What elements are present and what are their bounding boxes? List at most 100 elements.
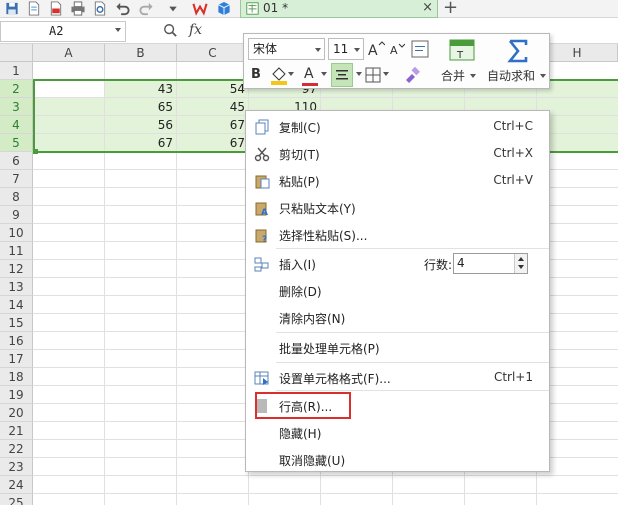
cube-icon[interactable] (216, 1, 232, 16)
menu-item-1[interactable]: 复制(C) Ctrl+C (246, 114, 549, 140)
svg-text:?: ? (262, 235, 267, 243)
menu-item-8[interactable]: 清除内容(N) (246, 305, 549, 331)
menu-item-9[interactable]: 批量处理单元格(P) (246, 335, 549, 361)
row-header-6[interactable]: 6 (0, 152, 33, 170)
fx-label[interactable]: fx (189, 22, 202, 38)
menu-item-12[interactable]: 隐藏(H) (246, 420, 549, 446)
rows-count-spinner[interactable] (514, 254, 527, 273)
menu-separator (276, 248, 549, 249)
fill-color-icon[interactable] (270, 65, 288, 85)
pdf-icon[interactable] (48, 1, 64, 16)
rows-count-label: 行数: (424, 258, 453, 272)
row-header-5[interactable]: 5 (0, 134, 33, 152)
print-preview-icon[interactable] (92, 1, 108, 16)
row-header-24[interactable]: 24 (0, 476, 33, 494)
menu-item-4[interactable]: A 只粘贴文本(Y) (246, 195, 549, 221)
row-header-14[interactable]: 14 (0, 296, 33, 314)
new-icon[interactable] (26, 1, 42, 16)
column-header-c[interactable]: C (177, 44, 249, 62)
bold-button[interactable]: B (251, 67, 261, 82)
text-wrap-icon[interactable] (411, 40, 429, 58)
document-tab-label: 01 * (263, 1, 289, 15)
row-header-4[interactable]: 4 (0, 116, 33, 134)
row-header-18[interactable]: 18 (0, 368, 33, 386)
decrease-font-icon[interactable]: A (389, 41, 405, 57)
row-header-7[interactable]: 7 (0, 170, 33, 188)
spin-up-icon[interactable] (518, 257, 524, 261)
autosum-button[interactable]: 自动求和 (487, 67, 535, 84)
document-tab[interactable]: 01 * × (240, 0, 438, 18)
column-header-b[interactable]: B (105, 44, 177, 62)
format-painter-icon[interactable] (403, 66, 421, 84)
wps-logo-icon[interactable] (192, 1, 208, 16)
redo-icon[interactable] (138, 1, 154, 16)
paste-text-icon: A (255, 202, 268, 216)
chevron-down-icon[interactable] (115, 28, 121, 32)
font-name-select[interactable]: 宋体 (248, 38, 325, 60)
row-header-23[interactable]: 23 (0, 458, 33, 476)
chevron-down-icon[interactable] (356, 72, 362, 76)
close-tab-icon[interactable]: × (422, 0, 433, 15)
zoom-icon[interactable] (163, 23, 177, 37)
print-icon[interactable] (70, 1, 86, 16)
chevron-down-icon[interactable] (288, 72, 294, 76)
row-header-22[interactable]: 22 (0, 440, 33, 458)
sigma-icon[interactable] (507, 39, 529, 63)
row-header-16[interactable]: 16 (0, 332, 33, 350)
row-header-19[interactable]: 19 (0, 386, 33, 404)
chevron-down-icon[interactable] (321, 72, 327, 76)
row-header-15[interactable]: 15 (0, 314, 33, 332)
row-header-8[interactable]: 8 (0, 188, 33, 206)
row-header-13[interactable]: 13 (0, 278, 33, 296)
new-tab-icon[interactable]: + (443, 0, 458, 18)
scissors-icon (254, 147, 270, 162)
more-icon[interactable] (165, 1, 181, 16)
menu-item-7[interactable]: 删除(D) (246, 278, 549, 304)
menu-item-13[interactable]: 取消隐藏(U) (246, 447, 549, 473)
row-header-21[interactable]: 21 (0, 422, 33, 440)
row-header-9[interactable]: 9 (0, 206, 33, 224)
merge-button[interactable]: 合并 (441, 67, 465, 84)
menu-item-label: 隐藏(H) (279, 427, 322, 441)
borders-icon[interactable] (365, 67, 381, 83)
chevron-down-icon[interactable] (540, 74, 546, 78)
row-header-2[interactable]: 2 (0, 80, 33, 98)
spin-down-icon[interactable] (518, 265, 524, 269)
menu-item-shortcut: Ctrl+X (493, 146, 533, 160)
menu-item-label: 只粘贴文本(Y) (279, 202, 356, 216)
row-header-11[interactable]: 11 (0, 242, 33, 260)
format-cells-icon (254, 371, 269, 385)
menu-item-3[interactable]: 粘贴(P) Ctrl+V (246, 168, 549, 194)
chevron-down-icon[interactable] (470, 74, 476, 78)
menu-separator (276, 332, 549, 333)
row-header-25[interactable]: 25 (0, 494, 33, 505)
menu-item-10[interactable]: 设置单元格格式(F)... Ctrl+1 (246, 365, 549, 391)
name-box[interactable]: A2 (0, 21, 126, 42)
row-header-12[interactable]: 12 (0, 260, 33, 278)
font-size-select[interactable]: 11 (328, 38, 364, 60)
row-header-17[interactable]: 17 (0, 350, 33, 368)
copy-icon (255, 119, 269, 135)
font-color-button[interactable]: A (304, 66, 314, 82)
align-center-button[interactable] (331, 63, 353, 87)
row-header-20[interactable]: 20 (0, 404, 33, 422)
chevron-down-icon[interactable] (354, 48, 360, 52)
save-icon[interactable] (4, 1, 20, 16)
row-header-1[interactable]: 1 (0, 62, 33, 80)
chevron-down-icon[interactable] (315, 48, 321, 52)
select-all-corner[interactable] (0, 44, 33, 62)
merge-icon[interactable]: T (449, 39, 475, 61)
row-header-3[interactable]: 3 (0, 98, 33, 116)
chevron-down-icon[interactable] (383, 72, 389, 76)
menu-item-5[interactable]: ? 选择性粘贴(S)... (246, 222, 549, 248)
increase-font-icon[interactable]: A (367, 40, 385, 58)
row-header-10[interactable]: 10 (0, 224, 33, 242)
fill-handle[interactable] (33, 149, 38, 154)
menu-item-6[interactable]: 插入(I) 行数: 4 (246, 251, 549, 277)
menu-item-2[interactable]: 剪切(T) Ctrl+X (246, 141, 549, 167)
column-header-a[interactable]: A (33, 44, 105, 62)
menu-item-label: 取消隐藏(U) (279, 454, 346, 468)
menu-item-label: 设置单元格格式(F)... (279, 372, 391, 386)
undo-icon[interactable] (115, 1, 131, 16)
rows-count-input[interactable]: 4 (453, 253, 528, 274)
